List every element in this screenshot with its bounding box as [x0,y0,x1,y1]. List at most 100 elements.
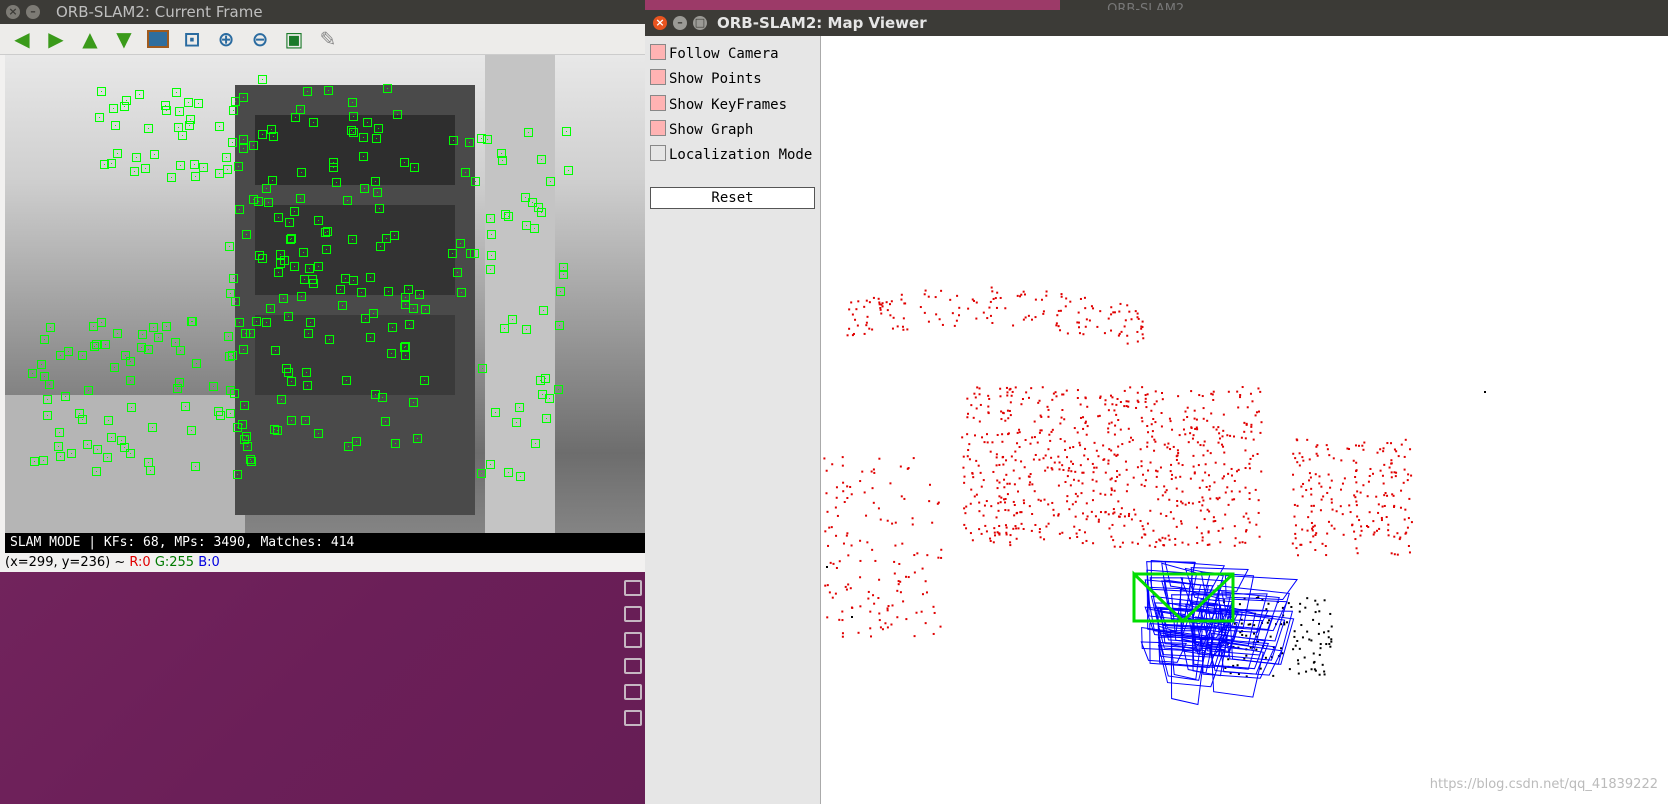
map-point [1143,533,1146,536]
feature-point-marker [103,453,112,462]
brush-icon[interactable]: ✎ [316,27,340,51]
map-point [1252,454,1255,457]
map-point [1312,618,1315,621]
map-point [998,524,1001,527]
map-point [1372,520,1375,523]
map-point [1061,393,1064,396]
map-point [1014,386,1017,389]
minimize-icon[interactable]: – [673,16,687,30]
feature-point-marker [530,224,539,233]
dock-icon[interactable] [624,580,642,596]
feature-point-marker [93,445,102,454]
follow-camera-checkbox[interactable]: Follow Camera [650,44,779,62]
map-point [975,493,978,496]
map-point [1199,444,1202,447]
zoom-in-icon[interactable]: ⊕ [214,27,238,51]
zoom-fit-icon[interactable]: ⊡ [180,27,204,51]
map-point [1341,482,1344,485]
maximize-icon[interactable]: □ [693,16,707,30]
map-point [916,552,919,555]
map-point [1236,470,1239,473]
map-point [848,327,851,330]
map-point [1120,330,1123,333]
map-point [975,459,978,462]
map-point [1121,541,1124,544]
map-point [969,532,972,535]
map-point [1020,293,1023,296]
map-point [963,481,966,484]
close-icon[interactable]: × [6,5,20,19]
save-icon[interactable]: ▣ [282,27,306,51]
map-point [1348,504,1351,507]
dock-icon[interactable] [624,684,642,700]
map-point [1356,490,1359,493]
close-icon[interactable]: × [653,16,667,30]
dock-icon[interactable] [624,632,642,648]
map-point [1377,503,1380,506]
map-point [1033,436,1036,439]
feature-point-marker [127,403,136,412]
feature-point-marker [46,323,55,332]
show-keyframes-checkbox[interactable]: Show KeyFrames [650,95,787,113]
map-point [1126,334,1129,337]
map-point [1310,521,1313,524]
map-point [1177,462,1180,465]
map-point [1149,509,1152,512]
localization-mode-checkbox[interactable]: Localization Mode [650,145,812,163]
image-icon[interactable] [146,27,170,51]
dock-icon[interactable] [624,658,642,674]
map-point [1383,494,1386,497]
map-point [1086,405,1089,408]
map-point [905,618,908,621]
map-point [1000,418,1003,421]
map-point [1215,428,1218,431]
map-point [1327,520,1330,523]
map-point [1107,427,1110,430]
dock-icon[interactable] [624,606,642,622]
feature-point-marker [486,460,495,469]
feature-point-marker [542,414,551,423]
map-point [1170,463,1173,466]
map-point [1310,639,1313,642]
map-point [989,539,992,542]
map-point [1190,390,1193,393]
arrow-left-icon[interactable]: ◀ [10,27,34,51]
map-point [1354,496,1357,499]
map-point [1201,479,1204,482]
map-point [1116,397,1119,400]
map-point [980,532,983,535]
arrow-down-icon[interactable]: ▼ [112,27,136,51]
map-point [1045,525,1048,528]
minimize-icon[interactable]: – [26,5,40,19]
map-point [1198,500,1201,503]
map-point [1326,532,1329,535]
arrow-right-icon[interactable]: ▶ [44,27,68,51]
map-point [823,457,826,460]
map-point [1123,389,1126,392]
zoom-out-icon[interactable]: ⊖ [248,27,272,51]
dock-icon[interactable] [624,710,642,726]
map-point [865,299,868,302]
map-point [1328,454,1331,457]
map-point [1330,479,1333,482]
reset-button[interactable]: Reset [650,187,815,209]
show-points-checkbox[interactable]: Show Points [650,69,762,87]
map-canvas[interactable]: https://blog.csdn.net/qq_41839222 [821,36,1668,804]
feature-point-marker [284,368,293,377]
map-point [1154,421,1157,424]
map-point [1084,531,1087,534]
map-point [859,480,862,483]
show-graph-checkbox[interactable]: Show Graph [650,120,753,138]
feature-point-marker [175,107,184,116]
map-point [1314,549,1317,552]
map-point [1227,472,1230,475]
map-point [826,616,829,619]
feature-point-marker [226,289,235,298]
map-point [1144,400,1147,403]
camera-frame[interactable] [5,55,645,553]
map-point [1141,333,1144,336]
map-point [1206,419,1209,422]
map-point [1123,524,1126,527]
arrow-up-icon[interactable]: ▲ [78,27,102,51]
map-point [1292,452,1295,455]
